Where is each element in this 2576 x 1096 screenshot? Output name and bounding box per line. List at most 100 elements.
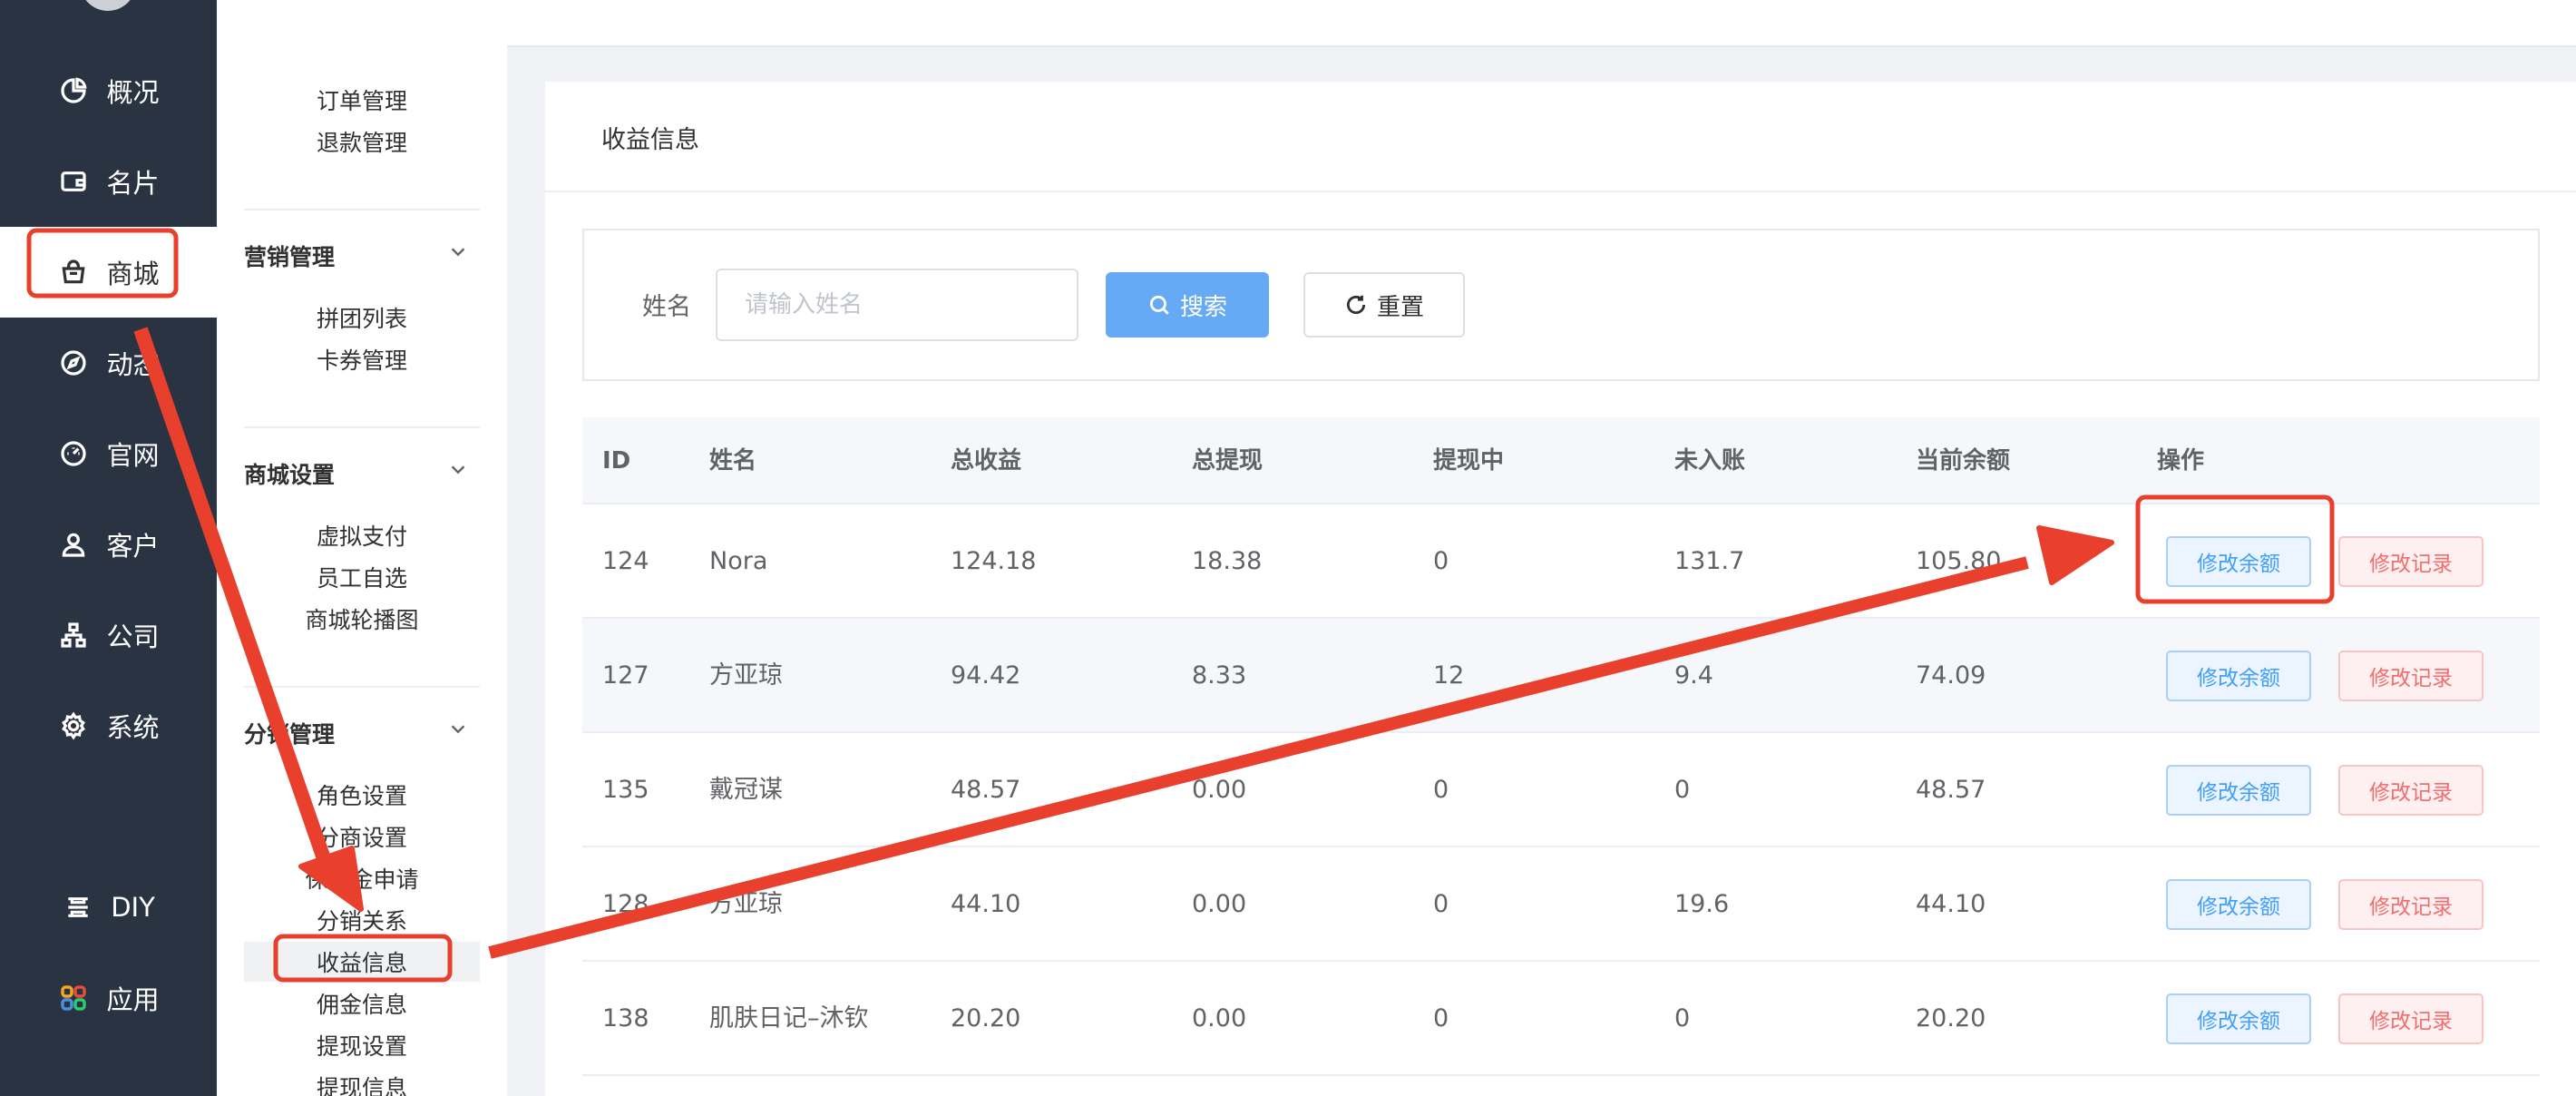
table-row: 138 肌肤日记–沐钦 20.20 0.00 0 0 20.20 修改余额 修改… [582, 962, 2540, 1076]
chevron-down-icon[interactable] [448, 241, 468, 261]
refresh-icon [1346, 295, 1366, 315]
submenu-item-coupons[interactable]: 卡券管理 [244, 339, 480, 379]
submenu-item-commission-info[interactable]: 佣金信息 [244, 983, 480, 1023]
cell-balance: 74.09 [1916, 661, 1986, 690]
nav-item-label: DIY [111, 892, 155, 923]
cell-balance: 48.57 [1916, 776, 1986, 804]
nav-item-label: 概况 [106, 77, 160, 108]
search-button[interactable]: 搜索 [1106, 272, 1269, 338]
nav-item-system[interactable]: 系统 [0, 680, 217, 771]
user-icon [57, 528, 90, 561]
cell-balance: 105.80 [1916, 547, 2002, 575]
nav-item-apps[interactable]: 应用 [0, 953, 217, 1043]
shopping-bag-icon [57, 256, 90, 289]
submenu-item-orders[interactable]: 订单管理 [244, 80, 480, 120]
secondary-menu: 订单管理 退款管理 营销管理 拼团列表 卡券管理 商城设置 虚拟支付 员工自选 … [217, 0, 507, 1096]
submenu-item-group-buy[interactable]: 拼团列表 [244, 298, 480, 338]
submenu-item-staff-choice[interactable]: 员工自选 [244, 557, 480, 597]
submenu-item-deposit-apply[interactable]: 保证金申请 [244, 858, 480, 898]
nav-item-label: 动态 [106, 349, 160, 380]
nav-item-label: 客户 [106, 531, 160, 562]
cell-total-income: 20.20 [951, 1004, 1021, 1032]
diy-icon [62, 891, 94, 924]
column-header-total-income: 总收益 [951, 447, 1022, 475]
nav-item-label: 系统 [106, 712, 160, 743]
nav-item-company[interactable]: 公司 [0, 590, 217, 680]
cell-id: 124 [602, 547, 649, 575]
nav-item-diy[interactable]: DIY [0, 862, 217, 953]
nav-item-website[interactable]: 官网 [0, 408, 217, 499]
cell-balance: 20.20 [1916, 1004, 1986, 1032]
cell-total-withdrawn: 0.00 [1192, 776, 1247, 804]
main-nav-rail: 概况 名片 商城 动态 官网 客户 公司 系统 DIY 应用 [0, 0, 217, 1096]
cell-name: 肌肤日记–沐钦 [709, 1004, 869, 1032]
card-header: 收益信息 [545, 82, 2576, 192]
logo [80, 0, 136, 11]
cell-id: 138 [602, 1004, 649, 1032]
pie-chart-icon [57, 74, 90, 107]
edit-log-button[interactable]: 修改记录 [2338, 765, 2483, 816]
submenu-item-roles[interactable]: 角色设置 [244, 775, 480, 815]
submenu-item-distributor-settings[interactable]: 分商设置 [244, 817, 480, 856]
submenu-item-withdraw-info[interactable]: 提现信息 [244, 1067, 480, 1096]
cell-withdrawing: 0 [1433, 776, 1449, 804]
cell-id: 127 [602, 661, 649, 690]
submenu-item-withdraw-settings[interactable]: 提现设置 [244, 1025, 480, 1065]
cell-withdrawing: 0 [1433, 547, 1449, 575]
cell-total-income: 124.18 [951, 547, 1037, 575]
submenu-item-distribution-relations[interactable]: 分销关系 [244, 900, 480, 940]
cell-unsettled: 9.4 [1674, 661, 1713, 690]
nav-item-shop[interactable]: 商城 [0, 227, 217, 318]
edit-log-button[interactable]: 修改记录 [2338, 651, 2483, 701]
submenu-item-income-info[interactable]: 收益信息 [244, 942, 480, 982]
cell-unsettled: 0 [1674, 776, 1691, 804]
edit-balance-button[interactable]: 修改余额 [2166, 651, 2311, 701]
cell-total-withdrawn: 8.33 [1192, 661, 1247, 690]
org-chart-icon [57, 619, 90, 651]
column-header-id: ID [602, 447, 631, 475]
menu-divider [244, 686, 480, 688]
gear-icon [57, 709, 90, 742]
cell-unsettled: 19.6 [1674, 890, 1730, 918]
cell-withdrawing: 12 [1433, 661, 1465, 690]
edit-balance-button[interactable]: 修改余额 [2166, 765, 2311, 816]
cell-id: 135 [602, 776, 649, 804]
edit-log-button[interactable]: 修改记录 [2338, 879, 2483, 930]
table-header: ID 姓名 总收益 总提现 提现中 未入账 当前余额 操作 [582, 417, 2540, 504]
name-search-input[interactable] [716, 269, 1078, 341]
edit-balance-button[interactable]: 修改余额 [2166, 536, 2311, 587]
reset-button[interactable]: 重置 [1303, 272, 1465, 338]
cell-unsettled: 131.7 [1674, 547, 1745, 575]
edit-log-button[interactable]: 修改记录 [2338, 993, 2483, 1044]
menu-divider [244, 209, 480, 210]
cell-total-income: 44.10 [951, 890, 1021, 918]
page-title: 收益信息 [601, 126, 699, 154]
edit-log-button[interactable]: 修改记录 [2338, 536, 2483, 587]
search-form: 姓名 搜索 重置 [582, 229, 2540, 381]
nav-item-label: 商城 [106, 259, 160, 289]
column-header-name: 姓名 [709, 447, 757, 475]
name-label: 姓名 [642, 293, 691, 321]
cell-unsettled: 0 [1674, 1004, 1691, 1032]
submenu-item-refunds[interactable]: 退款管理 [244, 122, 480, 161]
table-row: 127 方亚琼 94.42 8.33 12 9.4 74.09 修改余额 修改记… [582, 619, 2540, 733]
top-header [507, 0, 2576, 47]
chevron-down-icon[interactable] [448, 719, 468, 739]
column-header-withdrawing: 提现中 [1433, 447, 1505, 475]
table-row: 135 戴冠谋 48.57 0.00 0 0 48.57 修改余额 修改记录 [582, 733, 2540, 847]
submenu-item-virtual-pay[interactable]: 虚拟支付 [244, 515, 480, 555]
submenu-item-carousel[interactable]: 商城轮播图 [244, 599, 480, 639]
edit-balance-button[interactable]: 修改余额 [2166, 879, 2311, 930]
apps-icon [57, 982, 90, 1014]
edit-balance-button[interactable]: 修改余额 [2166, 993, 2311, 1044]
cell-total-income: 94.42 [951, 661, 1021, 690]
nav-item-overview[interactable]: 概况 [0, 45, 217, 136]
nav-item-customer[interactable]: 客户 [0, 499, 217, 590]
nav-item-dynamic[interactable]: 动态 [0, 318, 217, 408]
cell-total-withdrawn: 0.00 [1192, 1004, 1247, 1032]
cell-name: 方亚琼 [709, 890, 783, 918]
nav-item-card[interactable]: 名片 [0, 136, 217, 227]
cell-id: 128 [602, 890, 649, 918]
chevron-down-icon[interactable] [448, 459, 468, 479]
nav-item-label: 官网 [106, 440, 160, 471]
